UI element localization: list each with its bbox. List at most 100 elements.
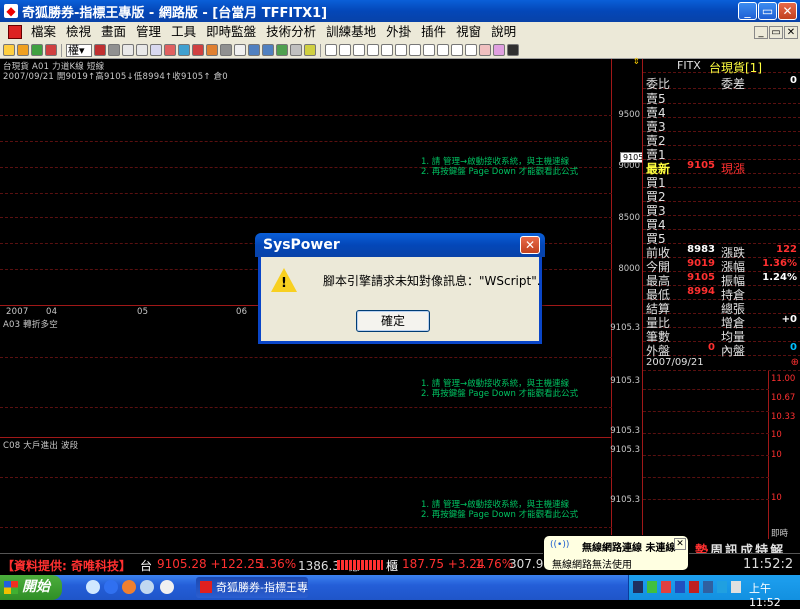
open-folder-icon[interactable] <box>3 44 15 56</box>
mdi-minimize-button[interactable]: _ <box>754 26 768 39</box>
ie-icon[interactable] <box>104 580 118 594</box>
menu-plugins-ext[interactable]: 外掛 <box>381 22 416 42</box>
menu-manage[interactable]: 管理 <box>131 22 166 42</box>
tray-icon[interactable] <box>647 581 657 593</box>
copy-icon[interactable] <box>122 44 134 56</box>
quicklaunch-icon[interactable] <box>86 580 100 594</box>
tray-clock[interactable]: 上午 11:52 <box>749 580 800 609</box>
pane2-notice-2: 2. 再按鍵盤 Page Down 才能觀看此公式 <box>421 389 579 399</box>
tray-icon[interactable] <box>633 581 643 593</box>
menu-screen[interactable]: 畫面 <box>96 22 131 42</box>
settings-icon[interactable] <box>290 44 302 56</box>
tray-icon[interactable] <box>717 581 727 593</box>
taskbar-app-button[interactable]: 奇狐勝券-指標王專... <box>196 577 308 598</box>
stat-value: 1.24% <box>762 272 797 283</box>
minimize-button[interactable]: _ <box>738 2 757 20</box>
quote-panel[interactable]: FITX 台現貨[1] 委比 委差 0 賣5 賣4 賣3 賣2 賣1 最新 91… <box>642 59 800 559</box>
chart-type-icon[interactable] <box>94 44 106 56</box>
mini-tick: 10.33 <box>771 412 796 422</box>
maximize-button[interactable]: ▭ <box>758 2 777 20</box>
eraser-icon[interactable] <box>479 44 491 56</box>
document-icon[interactable] <box>8 25 22 39</box>
otc-label: 櫃 <box>386 559 399 573</box>
arrow-tool-icon[interactable] <box>465 44 477 56</box>
layout-icon[interactable] <box>262 44 274 56</box>
grid-icon[interactable] <box>108 44 120 56</box>
close-button[interactable]: ✕ <box>778 2 797 20</box>
channel-tool-icon[interactable] <box>409 44 421 56</box>
browser-icon[interactable] <box>122 580 136 594</box>
record-icon[interactable] <box>192 44 204 56</box>
volume-icon[interactable] <box>731 581 741 593</box>
color-palette-icon[interactable] <box>493 44 505 56</box>
menu-tools[interactable]: 工具 <box>166 22 201 42</box>
menu-monitor[interactable]: 即時監盤 <box>201 22 261 42</box>
save-disk-icon[interactable] <box>507 44 519 56</box>
ask-row-5: 賣5 <box>643 90 800 106</box>
text-tool-icon[interactable] <box>451 44 463 56</box>
menu-addins[interactable]: 插件 <box>416 22 451 42</box>
grid-line <box>643 499 769 500</box>
signal-icon[interactable] <box>206 44 218 56</box>
indicator-icon[interactable] <box>276 44 288 56</box>
rectangle-tool-icon[interactable] <box>423 44 435 56</box>
mini-tick: 10.67 <box>771 393 796 403</box>
ok-button[interactable]: 確定 <box>356 310 430 332</box>
period-combo[interactable]: 權▾ <box>66 43 92 57</box>
balloon-close-button[interactable]: ✕ <box>674 538 686 550</box>
bid-row-2: 買2 <box>643 188 800 204</box>
desktop-icon[interactable] <box>160 580 174 594</box>
tray-icon[interactable] <box>661 581 671 593</box>
wireless-network-icon[interactable] <box>675 581 685 593</box>
vline-tool-icon[interactable] <box>367 44 379 56</box>
menu-file[interactable]: 檔案 <box>26 22 61 42</box>
axis-marker-icon: ⇕ <box>632 57 640 67</box>
hline-tool-icon[interactable] <box>353 44 365 56</box>
mini-tick: 10 <box>771 450 782 460</box>
expand-icon[interactable]: ⊕ <box>791 357 799 368</box>
window-title-bar[interactable]: ◆ 奇狐勝券-指標王專版 - 網路版 - [台當月 TFFITX1] <box>0 0 800 22</box>
grid-line <box>643 389 769 390</box>
fan-tool-icon[interactable] <box>381 44 393 56</box>
list-icon[interactable] <box>234 44 246 56</box>
plus-icon[interactable] <box>31 44 43 56</box>
alert-icon[interactable] <box>164 44 176 56</box>
ask-row-3: 賣3 <box>643 118 800 134</box>
save-icon[interactable] <box>17 44 29 56</box>
grid-line <box>0 527 612 528</box>
mdi-close-button[interactable]: ✕ <box>784 26 798 39</box>
mdi-restore-button[interactable]: ▭ <box>769 26 783 39</box>
star-icon[interactable] <box>304 44 316 56</box>
menu-analysis[interactable]: 技術分析 <box>261 22 321 42</box>
pane1-ohlc-info: 2007/09/21 開9019↑高9105↓低8994↑收9105↑ 倉0 <box>3 72 228 82</box>
zoom-icon[interactable] <box>178 44 190 56</box>
bid-row-1: 買1 <box>643 174 800 190</box>
network-balloon[interactable]: ((•)) 無線網路連線 未連線 無線網路無法使用 ✕ <box>543 535 689 571</box>
menu-training[interactable]: 訓練基地 <box>321 22 381 42</box>
dialog-title-bar[interactable]: SysPower <box>255 233 545 257</box>
start-button[interactable]: 開始 <box>0 575 62 600</box>
media-icon[interactable] <box>140 580 154 594</box>
wireless-icon: ((•)) <box>550 540 570 550</box>
menu-window[interactable]: 視窗 <box>451 22 486 42</box>
price-axis[interactable]: ⇕ 9500 9000 8500 8000 9105.3 9105.3 9105… <box>610 57 642 553</box>
edit-icon[interactable] <box>220 44 232 56</box>
ellipse-tool-icon[interactable] <box>437 44 449 56</box>
menu-view[interactable]: 檢視 <box>61 22 96 42</box>
data-provider: 【資料提供: 奇唯科技】 <box>2 559 131 573</box>
panel-icon[interactable] <box>248 44 260 56</box>
window-icon[interactable] <box>150 44 162 56</box>
grid-line <box>0 115 612 116</box>
ask-row-1: 賣1 <box>643 146 800 162</box>
tray-icon[interactable] <box>689 581 699 593</box>
tray-icon[interactable] <box>703 581 713 593</box>
dialog-close-button[interactable]: ✕ <box>520 236 540 254</box>
minus-icon[interactable] <box>45 44 57 56</box>
pointer-icon[interactable] <box>325 44 337 56</box>
fib-tool-icon[interactable] <box>395 44 407 56</box>
print-icon[interactable] <box>136 44 148 56</box>
tw-percent: 1.36% <box>258 557 297 571</box>
menu-help[interactable]: 說明 <box>486 22 521 42</box>
line-tool-icon[interactable] <box>339 44 351 56</box>
windows-logo-icon <box>4 581 18 594</box>
